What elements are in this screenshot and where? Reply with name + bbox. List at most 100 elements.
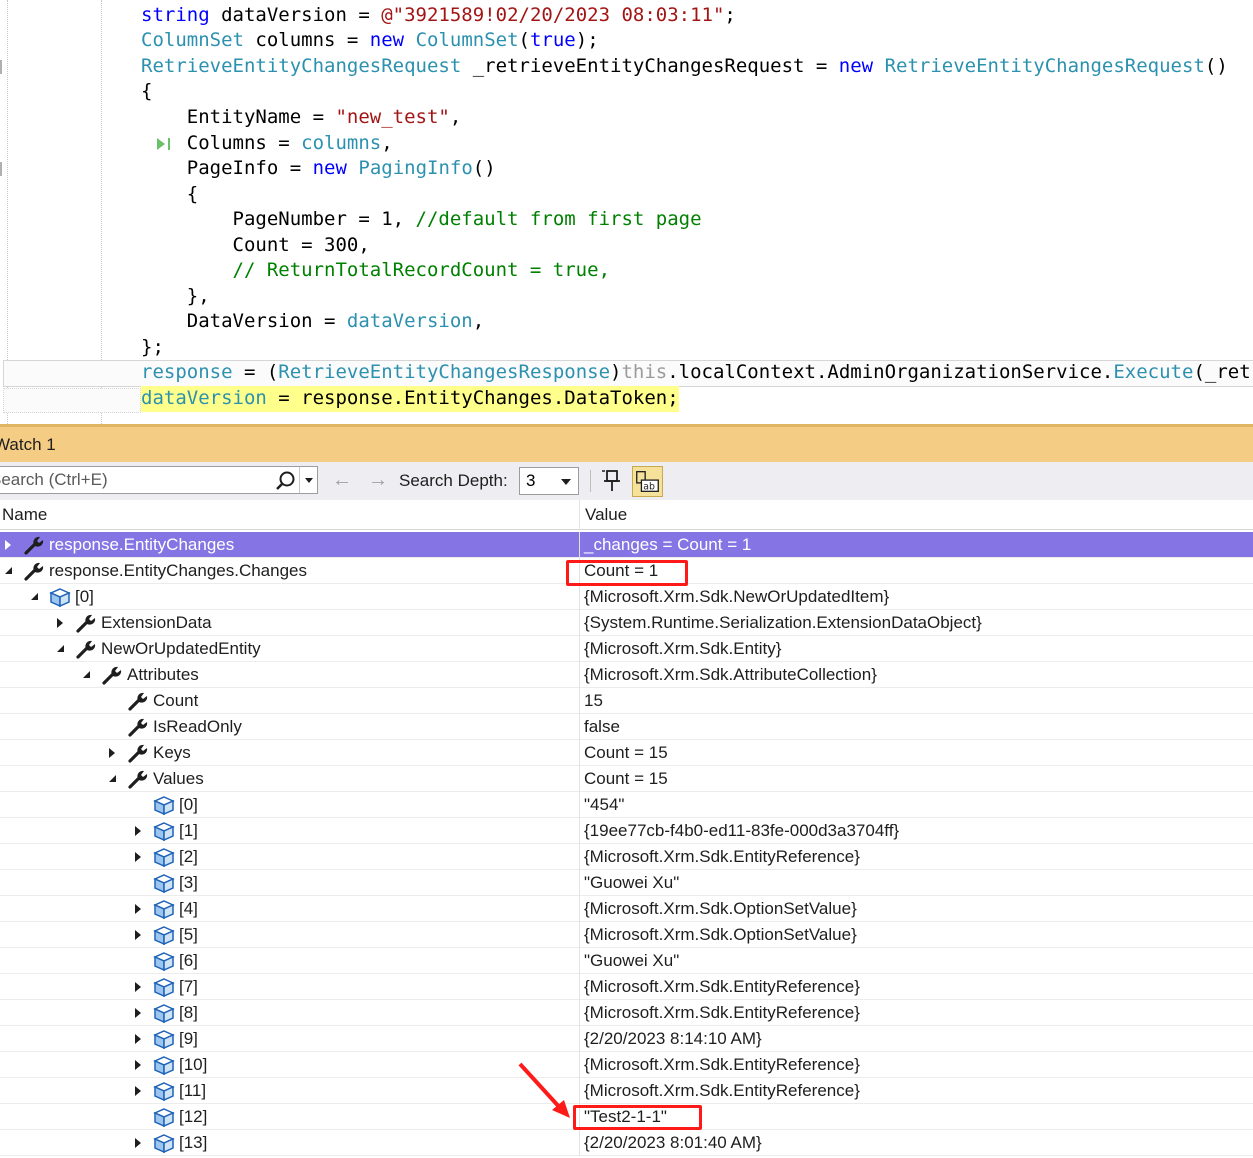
watch-row[interactable]: [0] "454" [0,792,1253,818]
watch-row[interactable]: Count 15 [0,688,1253,714]
expand-arrow-icon[interactable] [135,1138,141,1148]
watch-row-value[interactable]: {Microsoft.Xrm.Sdk.EntityReference} [584,974,860,1000]
column-header-value[interactable]: Value [585,500,627,530]
watch-row[interactable]: [7] {Microsoft.Xrm.Sdk.EntityReference} [0,974,1253,1000]
watch-row-value[interactable]: {System.Runtime.Serialization.ExtensionD… [584,610,982,636]
code-line[interactable]: Columns = columns, [141,131,393,156]
code-line[interactable]: Count = 300, [141,233,370,258]
column-divider [579,662,580,688]
code-line[interactable]: { [141,182,198,207]
watch-row[interactable]: Attributes {Microsoft.Xrm.Sdk.AttributeCo… [0,662,1253,688]
watch-row[interactable]: [9] {2/20/2023 8:14:10 AM} [0,1026,1253,1052]
expand-arrow-icon[interactable] [57,618,63,628]
expand-arrow-icon[interactable] [135,852,141,862]
watch-row-value[interactable]: Count = 15 [584,766,668,792]
watch-row[interactable]: response.EntityChanges _changes = Count =… [0,532,1253,558]
watch-row[interactable]: ExtensionData {System.Runtime.Serializati… [0,610,1253,636]
code-token: EntityName = [141,106,336,128]
column-divider [579,1026,580,1052]
watch-row-value[interactable]: {19ee77cb-f4b0-ed11-83fe-000d3a3704ff} [584,818,899,844]
code-token: ; [724,4,736,26]
watch-row-name: [11] [179,1081,207,1100]
watch-row-value[interactable]: {Microsoft.Xrm.Sdk.EntityReference} [584,1052,860,1078]
code-line[interactable]: // ReturnTotalRecordCount = true, [141,258,611,283]
watch-row[interactable]: [6] "Guowei Xu" [0,948,1253,974]
watch-row-value[interactable]: {Microsoft.Xrm.Sdk.AttributeCollection} [584,662,877,688]
watch-row-value[interactable]: false [584,714,620,740]
watch-row[interactable]: [1] {19ee77cb-f4b0-ed11-83fe-000d3a3704ff… [0,818,1253,844]
code-line[interactable]: }, [141,284,210,309]
watch-row-value[interactable]: {Microsoft.Xrm.Sdk.EntityReference} [584,1078,860,1104]
code-line[interactable]: PageNumber = 1, //default from first pag… [141,207,702,232]
watch-title-bar[interactable]: Watch 1 [0,424,1253,462]
watch-row[interactable]: [3] "Guowei Xu" [0,870,1253,896]
watch-row-value[interactable]: {Microsoft.Xrm.Sdk.OptionSetValue} [584,896,857,922]
wrench-icon [128,718,148,737]
code-line[interactable]: response = (RetrieveEntityChangesRespons… [141,360,1253,385]
watch-row[interactable]: Values Count = 15 [0,766,1253,792]
watch-row[interactable]: [8] {Microsoft.Xrm.Sdk.EntityReference} [0,1000,1253,1026]
watch-row[interactable]: [13] {2/20/2023 8:01:40 AM} [0,1130,1253,1156]
watch-row[interactable]: Keys Count = 15 [0,740,1253,766]
expand-arrow-icon[interactable] [5,540,11,550]
code-line[interactable]: string dataVersion = @"3921589!02/20/202… [141,3,736,28]
watch-row[interactable]: [10] {Microsoft.Xrm.Sdk.EntityReference} [0,1052,1253,1078]
watch-row[interactable]: IsReadOnly false [0,714,1253,740]
code-line[interactable]: RetrieveEntityChangesRequest _retrieveEn… [141,54,1228,79]
expand-arrow-icon[interactable] [135,1034,141,1044]
collapse-arrow-icon[interactable] [5,567,12,574]
search-box[interactable] [0,466,318,494]
watch-row[interactable]: [2] {Microsoft.Xrm.Sdk.EntityReference} [0,844,1253,870]
expand-arrow-icon[interactable] [135,904,141,914]
watch-row[interactable]: NewOrUpdatedEntity {Microsoft.Xrm.Sdk.Ent… [0,636,1253,662]
watch-row-value[interactable]: {2/20/2023 8:01:40 AM} [584,1130,762,1156]
watch-row-value[interactable]: {Microsoft.Xrm.Sdk.Entity} [584,636,781,662]
watch-row-value[interactable]: {Microsoft.Xrm.Sdk.OptionSetValue} [584,922,857,948]
collapse-arrow-icon[interactable] [31,593,38,600]
code-line[interactable]: dataVersion = response.EntityChanges.Dat… [141,386,679,411]
code-line[interactable]: DataVersion = dataVersion, [141,309,484,334]
expand-arrow-icon[interactable] [135,826,141,836]
code-line[interactable]: }; [141,335,164,360]
code-line[interactable]: EntityName = "new_test", [141,105,462,130]
collapse-arrow-icon[interactable] [109,775,116,782]
collapse-arrow-icon[interactable] [83,671,90,678]
search-previous-arrow-icon[interactable]: ← [332,469,352,491]
watch-row-value[interactable]: {2/20/2023 8:14:10 AM} [584,1026,762,1052]
column-divider[interactable] [579,500,580,529]
search-icon[interactable] [275,470,297,492]
watch-row-value[interactable]: {Microsoft.Xrm.Sdk.NewOrUpdatedItem} [584,584,889,610]
pin-icon[interactable] [600,468,624,494]
watch-row[interactable]: [4] {Microsoft.Xrm.Sdk.OptionSetValue} [0,896,1253,922]
watch-row-value[interactable]: "454" [584,792,624,818]
expand-arrow-icon[interactable] [135,1008,141,1018]
code-token: dataVersion = [209,4,382,26]
watch-row[interactable]: [0] {Microsoft.Xrm.Sdk.NewOrUpdatedItem} [0,584,1253,610]
column-header-name[interactable]: Name [2,500,47,530]
expand-arrow-icon[interactable] [135,1086,141,1096]
view-as-text-icon[interactable]: ab [632,466,663,497]
collapse-arrow-icon[interactable] [57,645,64,652]
watch-row[interactable]: [5] {Microsoft.Xrm.Sdk.OptionSetValue} [0,922,1253,948]
search-input[interactable] [0,467,270,493]
expand-arrow-icon[interactable] [135,930,141,940]
expand-arrow-icon[interactable] [109,748,115,758]
watch-row-value[interactable]: {Microsoft.Xrm.Sdk.EntityReference} [584,1000,860,1026]
search-depth-select[interactable]: 3 [519,467,579,495]
code-editor[interactable]: string dataVersion = @"3921589!02/20/202… [0,0,1253,424]
expand-arrow-icon[interactable] [135,982,141,992]
search-options-dropdown[interactable] [299,467,318,493]
expand-arrow-icon[interactable] [135,1060,141,1070]
watch-row-value[interactable]: 15 [584,688,603,714]
watch-row-value[interactable]: {Microsoft.Xrm.Sdk.EntityReference} [584,844,860,870]
code-line[interactable]: { [141,79,152,104]
watch-row-value[interactable]: _changes = Count = 1 [584,532,751,558]
code-line[interactable]: ColumnSet columns = new ColumnSet(true); [141,28,599,53]
watch-row-value[interactable]: "Guowei Xu" [584,870,679,896]
watch-row[interactable]: [11] {Microsoft.Xrm.Sdk.EntityReference} [0,1078,1253,1104]
watch-row-value[interactable]: "Guowei Xu" [584,948,679,974]
code-line[interactable]: PageInfo = new PagingInfo() [141,156,496,181]
search-next-arrow-icon[interactable]: → [368,469,388,491]
watch-row-value[interactable]: Count = 15 [584,740,668,766]
